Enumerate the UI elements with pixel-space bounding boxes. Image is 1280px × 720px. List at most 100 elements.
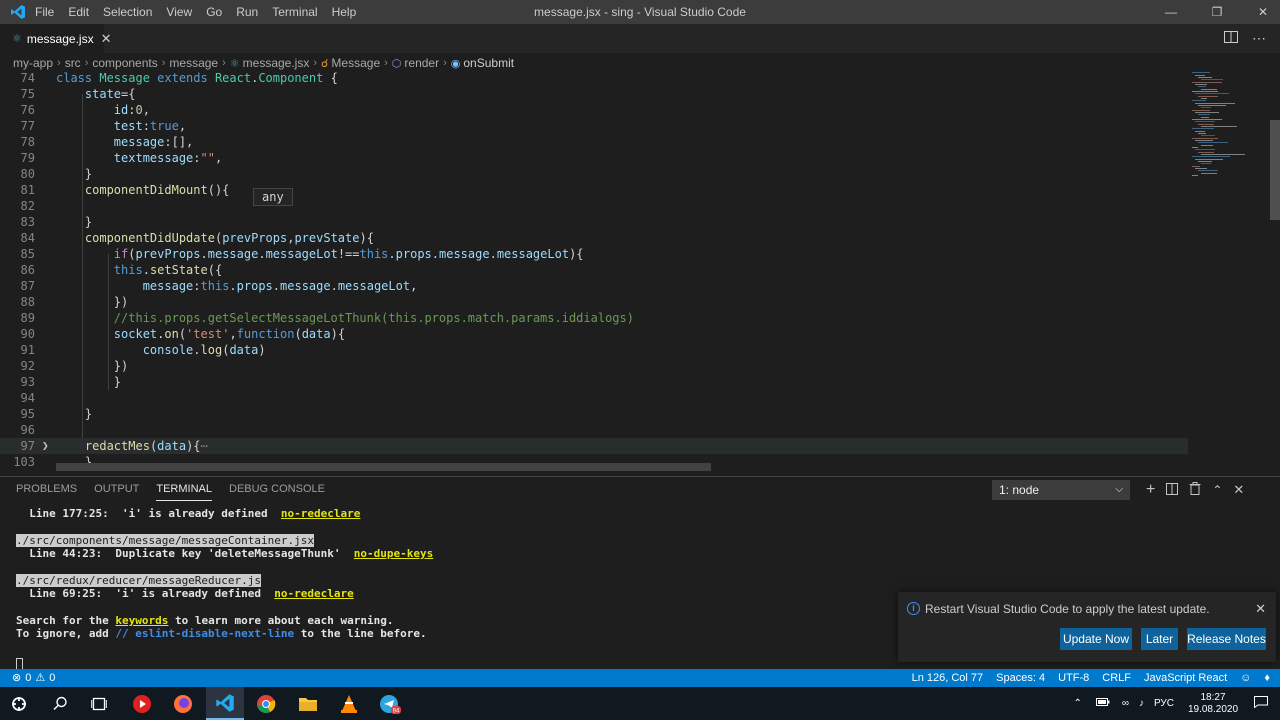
vlc-icon[interactable] bbox=[330, 687, 368, 720]
menu-file[interactable]: File bbox=[35, 0, 61, 24]
file-explorer-icon[interactable] bbox=[289, 687, 327, 720]
rule-link[interactable]: no-redeclare bbox=[281, 507, 360, 520]
indentation[interactable]: Spaces: 4 bbox=[996, 669, 1045, 687]
menu-edit[interactable]: Edit bbox=[61, 0, 96, 24]
battery-icon[interactable] bbox=[1095, 698, 1110, 709]
code-line[interactable]: 93 } bbox=[0, 374, 1188, 390]
folded-region-marker[interactable]: ⋯ bbox=[200, 439, 208, 453]
close-window-button[interactable]: ✕ bbox=[1246, 0, 1280, 24]
code-line[interactable]: 92 }) bbox=[0, 358, 1188, 374]
code-line[interactable]: 74 class Message extends React.Component … bbox=[0, 70, 1188, 86]
breadcrumb-item[interactable]: message bbox=[169, 56, 218, 70]
minimap[interactable] bbox=[1188, 70, 1270, 471]
breadcrumb-item[interactable]: src bbox=[65, 56, 81, 70]
notifications-bell-icon[interactable]: ♦ bbox=[1264, 669, 1270, 687]
vertical-scrollbar[interactable] bbox=[1270, 70, 1280, 471]
volume-icon[interactable]: ♪ bbox=[1139, 698, 1144, 709]
code-line[interactable]: 84 componentDidUpdate(prevProps,prevStat… bbox=[0, 230, 1188, 246]
later-button[interactable]: Later bbox=[1141, 628, 1178, 650]
minimize-button[interactable]: — bbox=[1154, 0, 1188, 24]
code-line[interactable]: 91 console.log(data) bbox=[0, 342, 1188, 358]
code-line[interactable]: 89 //this.props.getSelectMessageLotThunk… bbox=[0, 310, 1188, 326]
breadcrumb-item[interactable]: my-app bbox=[13, 56, 53, 70]
menu-selection[interactable]: Selection bbox=[96, 0, 159, 24]
trash-icon[interactable] bbox=[1189, 482, 1201, 498]
file-path-link[interactable]: ./src/components/message/messageContaine… bbox=[16, 534, 315, 547]
restore-button[interactable]: ❐ bbox=[1200, 0, 1234, 24]
file-path-link[interactable]: ./src/redux/reducer/messageReducer.js bbox=[16, 574, 262, 587]
menu-view[interactable]: View bbox=[159, 0, 199, 24]
code-line[interactable]: 81 componentDidMount(){ bbox=[0, 182, 1188, 198]
vscode-taskbar-icon[interactable] bbox=[206, 687, 244, 720]
keywords-link[interactable]: keywords bbox=[115, 614, 168, 627]
tab-debug-console[interactable]: DEBUG CONSOLE bbox=[229, 477, 325, 501]
language-indicator[interactable]: РУС bbox=[1154, 698, 1174, 709]
chrome-icon[interactable] bbox=[247, 687, 285, 720]
code-line[interactable]: 97 ❯ redactMes(data){⋯ bbox=[0, 438, 1188, 454]
close-tab-icon[interactable]: ✕ bbox=[101, 31, 112, 47]
tray-chevron-icon[interactable]: ⌃ bbox=[1073, 698, 1081, 709]
firefox-icon[interactable] bbox=[164, 687, 202, 720]
code-line[interactable]: 95 } bbox=[0, 406, 1188, 422]
release-notes-button[interactable]: Release Notes bbox=[1187, 628, 1266, 650]
update-now-button[interactable]: Update Now bbox=[1060, 628, 1132, 650]
tab-terminal[interactable]: TERMINAL bbox=[156, 477, 212, 501]
menu-terminal[interactable]: Terminal bbox=[265, 0, 324, 24]
end-of-line[interactable]: CRLF bbox=[1102, 669, 1131, 687]
code-line[interactable]: 86 this.setState({ bbox=[0, 262, 1188, 278]
maximize-panel-icon[interactable]: ⌃ bbox=[1212, 483, 1222, 497]
terminal-select[interactable]: 1: node ⌵ bbox=[992, 480, 1130, 500]
problems-status[interactable]: ⊗ 0 ⚠ 0 bbox=[12, 669, 55, 687]
code-line[interactable]: 76 id:0, bbox=[0, 102, 1188, 118]
rule-link[interactable]: no-dupe-keys bbox=[354, 547, 433, 560]
split-editor-icon[interactable] bbox=[1224, 31, 1238, 46]
fold-chevron-icon[interactable]: ❯ bbox=[42, 470, 49, 471]
wifi-icon[interactable]: ∞ bbox=[1122, 698, 1129, 709]
code-line[interactable]: 85 if(prevProps.message.messageLot!==thi… bbox=[0, 246, 1188, 262]
tab-message-jsx[interactable]: ⚛ message.jsx ✕ bbox=[0, 24, 111, 53]
feedback-icon[interactable]: ☺ bbox=[1240, 669, 1251, 687]
search-icon[interactable] bbox=[41, 687, 79, 720]
code-line[interactable]: 88 }) bbox=[0, 294, 1188, 310]
breadcrumb-item[interactable]: components bbox=[92, 56, 157, 70]
tab-problems[interactable]: PROBLEMS bbox=[16, 477, 77, 501]
tab-output[interactable]: OUTPUT bbox=[94, 477, 139, 501]
code-editor[interactable]: 74 class Message extends React.Component … bbox=[0, 70, 1188, 471]
action-center-icon[interactable] bbox=[1254, 696, 1268, 711]
code-line[interactable]: 77 test:true, bbox=[0, 118, 1188, 134]
code-line[interactable]: 87 message:this.props.message.messageLot… bbox=[0, 278, 1188, 294]
code-line[interactable]: 83 } bbox=[0, 214, 1188, 230]
horizontal-scrollbar[interactable] bbox=[56, 463, 711, 471]
language-mode[interactable]: JavaScript React bbox=[1144, 669, 1227, 687]
code-line[interactable]: 96 bbox=[0, 422, 1188, 438]
new-terminal-icon[interactable]: + bbox=[1146, 481, 1155, 499]
more-actions-icon[interactable]: ⋯ bbox=[1252, 30, 1266, 47]
windows-start-icon[interactable] bbox=[0, 687, 38, 720]
code-line[interactable]: 80 } bbox=[0, 166, 1188, 182]
menu-go[interactable]: Go bbox=[199, 0, 229, 24]
code-line[interactable]: 90 socket.on('test',function(data){ bbox=[0, 326, 1188, 342]
encoding[interactable]: UTF-8 bbox=[1058, 669, 1089, 687]
code-line[interactable]: 78 message:[], bbox=[0, 134, 1188, 150]
youtube-app-icon[interactable] bbox=[123, 687, 161, 720]
breadcrumb-item[interactable]: render bbox=[404, 56, 439, 70]
split-terminal-icon[interactable] bbox=[1166, 482, 1179, 498]
close-notification-icon[interactable]: ✕ bbox=[1255, 601, 1266, 617]
cursor-position[interactable]: Ln 126, Col 77 bbox=[912, 669, 984, 687]
breadcrumb-item[interactable]: Message bbox=[331, 56, 380, 70]
menu-help[interactable]: Help bbox=[325, 0, 364, 24]
code-line[interactable]: 75 state={ bbox=[0, 86, 1188, 102]
clock[interactable]: 18:27 19.08.2020 bbox=[1178, 692, 1248, 716]
code-line[interactable]: 79 textmessage:"", bbox=[0, 150, 1188, 166]
close-panel-icon[interactable]: ✕ bbox=[1233, 482, 1244, 498]
telegram-icon[interactable]: 94 bbox=[371, 687, 409, 720]
code-line[interactable]: 82 bbox=[0, 198, 1188, 214]
task-view-icon[interactable] bbox=[80, 687, 118, 720]
breadcrumb-item[interactable]: onSubmit bbox=[463, 56, 514, 70]
fold-chevron-icon[interactable]: ❯ bbox=[42, 438, 49, 454]
breadcrumb-item[interactable]: message.jsx bbox=[243, 56, 310, 70]
scrollbar-thumb[interactable] bbox=[1270, 120, 1280, 220]
rule-link[interactable]: no-redeclare bbox=[274, 587, 353, 600]
code-line[interactable]: 94 bbox=[0, 390, 1188, 406]
menu-run[interactable]: Run bbox=[229, 0, 265, 24]
